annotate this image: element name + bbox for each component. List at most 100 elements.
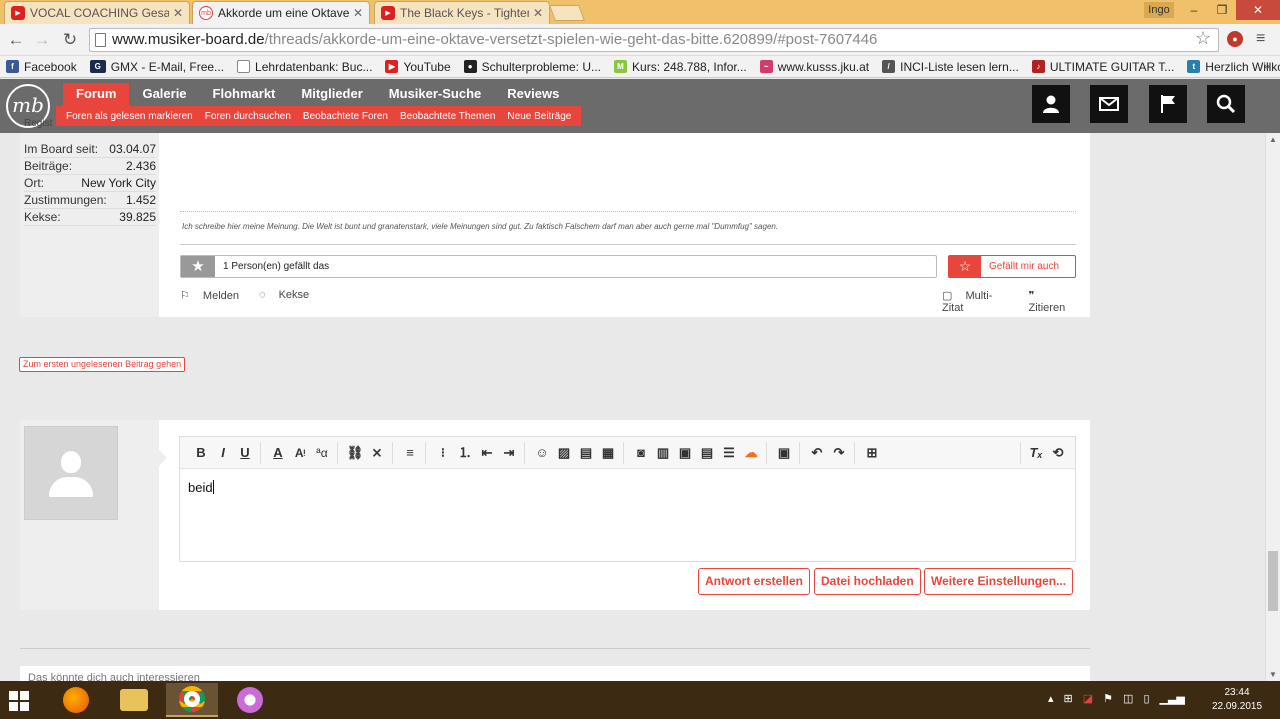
tray-window-icon[interactable]: ⊞	[1064, 692, 1073, 705]
taskbar-clock[interactable]: 23:44 22.09.2015	[1208, 686, 1266, 714]
explorer-taskbar-button[interactable]	[108, 683, 160, 717]
bookmark-schulterprobleme[interactable]: ● Schulterprobleme: U...	[463, 60, 601, 74]
italic-icon[interactable]: I	[212, 442, 234, 464]
avatar[interactable]	[24, 426, 118, 520]
bold-icon[interactable]: B	[190, 442, 212, 464]
numbered-list-icon[interactable]: ⒈	[454, 442, 476, 464]
table-icon[interactable]: ⊞	[861, 442, 883, 464]
unlink-icon[interactable]: ⨯	[366, 442, 388, 464]
media-icon[interactable]: ▤	[575, 442, 597, 464]
close-window-button[interactable]: ✕	[1236, 0, 1280, 20]
address-bar[interactable]: www.musiker-board.de/threads/akkorde-um-…	[89, 28, 1219, 52]
tray-network-icon[interactable]: ◫	[1123, 692, 1133, 705]
menu-icon[interactable]: ≡	[1256, 30, 1265, 48]
subnav-mark-read[interactable]: Foren als gelesen markieren	[60, 111, 199, 122]
like-button[interactable]: ☆ Gefällt mir auch	[948, 255, 1076, 278]
toggle-bbcode-icon[interactable]: ⟲	[1047, 442, 1069, 464]
outdent-icon[interactable]: ⇤	[476, 442, 498, 464]
editor-content[interactable]: beid	[188, 480, 214, 495]
scroll-up-icon[interactable]: ▲	[1269, 135, 1277, 144]
scroll-down-icon[interactable]: ▼	[1269, 670, 1277, 679]
nav-forum[interactable]: Forum	[63, 83, 130, 107]
reply-editor[interactable]: B I U A Aᵎ ªα ⛓ ⨯ ≡ ⁝ ⒈ ⇤ ⇥ ☺ ▨ ▤ ▦ ◙ ▥ …	[179, 436, 1076, 562]
chrome-taskbar-button[interactable]	[166, 683, 218, 717]
save-draft-icon[interactable]: ▣	[773, 442, 795, 464]
indent-icon[interactable]: ⇥	[498, 442, 520, 464]
bookmark-youtube[interactable]: ▶ YouTube	[385, 60, 451, 74]
itunes-taskbar-button[interactable]	[224, 683, 276, 717]
extension-icon[interactable]: ●	[1227, 31, 1243, 47]
tray-power-icon[interactable]: ▯	[1143, 692, 1149, 705]
nav-flohmarkt[interactable]: Flohmarkt	[200, 83, 289, 107]
table-insert-icon[interactable]: ▥	[652, 442, 674, 464]
camera-icon[interactable]: ◙	[630, 442, 652, 464]
profile-button[interactable]: Ingo	[1144, 2, 1174, 18]
font-family-icon[interactable]: ªα	[311, 442, 333, 464]
first-unread-post-link[interactable]: Zum ersten ungelesenen Beitrag gehen	[19, 357, 186, 372]
browser-tab-1[interactable]: ▶ VOCAL COACHING Gesan ✕	[4, 1, 190, 24]
cookies-link[interactable]: ◌ Kekse	[259, 289, 319, 302]
block-icon[interactable]: ▣	[674, 442, 696, 464]
image-icon[interactable]: ▨	[553, 442, 575, 464]
mail-icon[interactable]	[1090, 85, 1128, 123]
quote-link[interactable]: ❞ Zitieren	[1029, 289, 1090, 314]
search-icon[interactable]	[1207, 85, 1245, 123]
upload-file-button[interactable]: Datei hochladen	[814, 568, 921, 595]
close-icon[interactable]: ✕	[173, 6, 183, 20]
browser-tab-2[interactable]: mb Akkorde um eine Oktave ✕	[192, 1, 370, 24]
submit-reply-button[interactable]: Antwort erstellen	[698, 568, 811, 595]
subnav-watched-threads[interactable]: Beobachtete Themen	[394, 111, 501, 122]
user-icon[interactable]	[1032, 85, 1070, 123]
page-scrollbar[interactable]: ▲ ▼	[1265, 133, 1280, 681]
bookmark-inci[interactable]: / INCI-Liste lesen lern...	[882, 60, 1019, 74]
tray-flag-icon[interactable]: ⚑	[1103, 692, 1113, 705]
redo-icon[interactable]: ↷	[828, 442, 850, 464]
smiley-icon[interactable]: ☺	[531, 442, 553, 464]
tray-app-icon[interactable]: ◪	[1083, 692, 1093, 705]
browser-tab-3[interactable]: ▶ The Black Keys - Tighten U ✕	[374, 1, 550, 24]
bookmark-gmx[interactable]: G GMX - E-Mail, Free...	[89, 60, 224, 74]
bookmark-star-icon[interactable]: ☆	[1195, 28, 1211, 49]
bullet-list-icon[interactable]: ⁝	[432, 442, 454, 464]
undo-icon[interactable]: ↶	[806, 442, 828, 464]
nav-mitglieder[interactable]: Mitglieder	[288, 83, 375, 107]
nav-musiker-suche[interactable]: Musiker-Suche	[376, 83, 494, 107]
maximize-button[interactable]: ❐	[1208, 0, 1236, 20]
likes-text[interactable]: 1 Person(en) gefällt das	[223, 261, 329, 272]
bookmarks-overflow-button[interactable]: »	[1263, 59, 1270, 73]
bookmark-kusss[interactable]: ~ www.kusss.jku.at	[759, 60, 869, 74]
code-icon[interactable]: ▤	[696, 442, 718, 464]
more-options-button[interactable]: Weitere Einstellungen...	[924, 568, 1074, 595]
forward-arrow-icon[interactable]: →	[32, 30, 52, 50]
underline-icon[interactable]: U	[234, 442, 256, 464]
align-icon[interactable]: ≡	[399, 442, 421, 464]
bookmark-ultimate-guitar[interactable]: ♪ ULTIMATE GUITAR T...	[1031, 60, 1174, 74]
insert-menu-icon[interactable]: ▦	[597, 442, 619, 464]
font-size-icon[interactable]: Aᵎ	[289, 442, 311, 464]
close-icon[interactable]: ✕	[533, 6, 543, 20]
close-icon[interactable]: ✕	[353, 6, 363, 20]
font-color-icon[interactable]: A	[267, 442, 289, 464]
multi-quote-link[interactable]: ▢ Multi-Zitat	[942, 289, 1019, 314]
nav-reviews[interactable]: Reviews	[494, 83, 572, 107]
soundcloud-icon[interactable]: ☁	[740, 442, 762, 464]
spoiler-icon[interactable]: ☰	[718, 442, 740, 464]
bookmark-facebook[interactable]: f Facebook	[6, 60, 77, 74]
remove-format-icon[interactable]: Tₓ	[1025, 442, 1047, 464]
bookmark-kurs[interactable]: M Kurs: 248.788, Infor...	[614, 60, 747, 74]
subnav-search-forums[interactable]: Foren durchsuchen	[199, 111, 297, 122]
bookmark-lehrdatenbank[interactable]: Lehrdatenbank: Buc...	[237, 60, 372, 74]
subnav-watched-forums[interactable]: Beobachtete Foren	[297, 111, 394, 122]
back-arrow-icon[interactable]: ←	[6, 30, 26, 50]
minimize-button[interactable]: –	[1180, 0, 1208, 20]
link-icon[interactable]: ⛓	[344, 442, 366, 464]
tray-signal-icon[interactable]: ▁▃▅	[1160, 692, 1185, 705]
firefox-taskbar-button[interactable]	[50, 683, 102, 717]
flag-icon[interactable]	[1149, 85, 1187, 123]
nav-galerie[interactable]: Galerie	[129, 83, 199, 107]
subnav-new-posts[interactable]: Neue Beiträge	[501, 111, 577, 122]
new-tab-button[interactable]	[549, 5, 585, 21]
report-link[interactable]: ⚐ Melden	[180, 289, 249, 302]
windows-start-icon[interactable]	[9, 691, 29, 711]
tray-expand-icon[interactable]: ▴	[1048, 692, 1054, 705]
